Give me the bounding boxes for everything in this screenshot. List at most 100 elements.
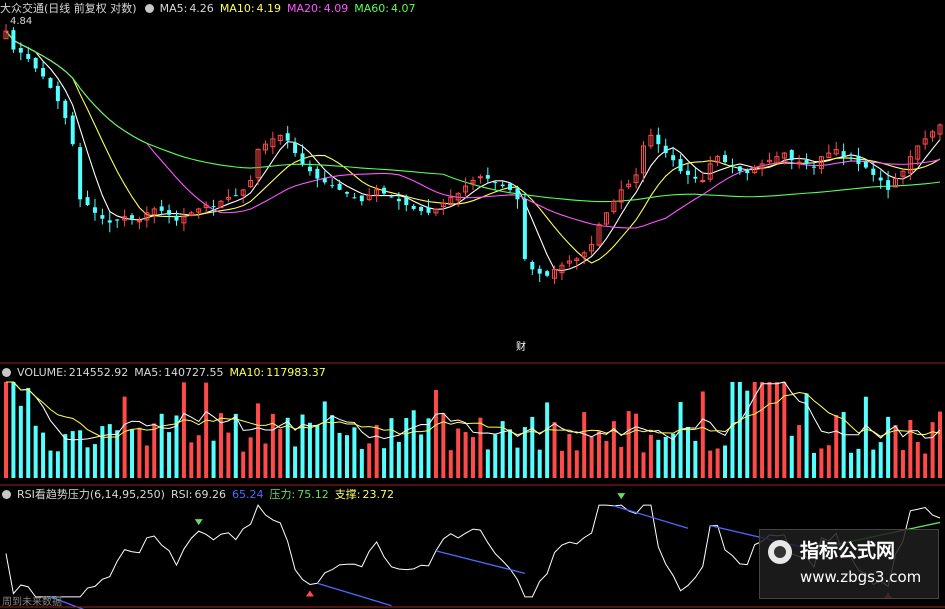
rsi-indicator-name: RSI看趋势压力(6,14,95,250) <box>17 488 165 501</box>
candle-body-up <box>477 176 483 179</box>
candle-body-down <box>352 197 357 199</box>
volume-bar <box>389 418 394 478</box>
volume-bar <box>485 449 490 478</box>
candle-body-down <box>545 271 550 276</box>
volume-bar <box>426 418 431 478</box>
ma5-line <box>5 30 941 272</box>
price-header: 大众交通(日线 前复权 对数) MA5: 4.26 MA10: 4.19 MA20: 4.0… <box>0 1 421 17</box>
candle-body-down <box>233 195 238 197</box>
volume-bar <box>107 424 112 478</box>
volume-bar <box>500 421 505 478</box>
candle-body-down <box>685 170 690 175</box>
candle-body-down <box>656 134 661 145</box>
volume-bar <box>315 424 320 478</box>
resistance-trendline <box>613 505 689 529</box>
candle-body-down <box>411 205 416 209</box>
pressure-label: 压力: <box>269 488 296 501</box>
volume-bar <box>908 419 913 478</box>
candle-body-down <box>811 166 816 168</box>
rsi-settings-icon[interactable] <box>2 490 11 499</box>
volume-settings-icon[interactable] <box>2 368 11 377</box>
candle-body-down <box>693 176 698 179</box>
candle-body-down <box>48 78 53 88</box>
volume-bar <box>241 451 246 478</box>
volume-bar <box>648 434 653 478</box>
volume-bar <box>63 434 68 478</box>
candle-body-down <box>159 206 164 211</box>
volume-bar <box>211 440 216 478</box>
candle-body-down <box>41 68 46 77</box>
volume-bar <box>878 442 883 478</box>
volume-bar <box>730 382 735 478</box>
support-value: 23.72 <box>362 488 394 501</box>
volume-bar <box>11 382 16 478</box>
candle-body-down <box>537 268 542 274</box>
sell-arrow-icon <box>194 519 203 526</box>
volume-bar <box>863 396 868 478</box>
volume-bar <box>441 413 446 478</box>
candle-body-down <box>285 133 290 141</box>
volume-bar <box>404 417 409 478</box>
volume-bar <box>70 431 75 478</box>
rsi-value: 69.26 <box>194 488 227 501</box>
volume-bar <box>285 417 290 478</box>
volume-bar <box>508 429 513 478</box>
candle-body-down <box>841 151 846 157</box>
rsi-blue-value: 65.24 <box>232 488 264 501</box>
volume-bar <box>448 450 453 478</box>
volume-bar <box>671 433 676 478</box>
volume-bar <box>923 453 928 478</box>
volume-bar <box>826 445 831 478</box>
volume-bar <box>330 415 335 478</box>
candle-body-down <box>871 168 876 175</box>
candle-body-down <box>63 100 68 119</box>
candle-body-down <box>307 166 312 172</box>
candle-body-down <box>18 48 23 53</box>
volume-bar <box>819 448 824 478</box>
volume-bar <box>130 429 135 478</box>
volume-bar <box>411 410 416 478</box>
candle-body-down <box>300 153 305 164</box>
volume-bar <box>656 439 661 478</box>
candle-body-down <box>500 184 505 187</box>
volume-bar <box>893 425 898 478</box>
volume-bar <box>604 440 609 478</box>
volume-bar <box>344 435 349 478</box>
volume-bar <box>85 447 90 478</box>
candle-body-down <box>167 210 172 215</box>
rsi-label: RSI: <box>170 488 193 501</box>
candle-body-down <box>55 85 60 102</box>
volume-bar <box>322 401 327 478</box>
pressure-value: 75.12 <box>297 488 329 501</box>
ma20-value: 4.09 <box>323 2 349 15</box>
volume-bar <box>18 405 23 478</box>
buy-arrow-icon <box>305 590 314 597</box>
volume-header: VOLUME: 214552.92 MA5: 140727.55 MA10: 117983… <box>0 365 332 381</box>
volume-bar <box>122 396 127 478</box>
volume-bar <box>797 425 802 478</box>
candle-body-down <box>396 198 401 202</box>
volume-bar <box>478 417 483 478</box>
volume-bar <box>678 402 683 478</box>
volume-bar <box>293 446 298 478</box>
candle-body-down <box>315 168 320 179</box>
ma10-line <box>5 30 941 264</box>
candle-body-down <box>78 147 83 200</box>
volume-bar <box>545 402 550 478</box>
volume-bar <box>530 416 535 478</box>
vol-ma10-value: 117983.37 <box>266 366 326 379</box>
volume-bar <box>871 449 876 478</box>
volume-bar <box>159 413 164 478</box>
candle-body-down <box>678 159 683 172</box>
volume-bar <box>100 426 105 478</box>
candle-body-down <box>11 30 16 50</box>
watermark-logo-icon <box>768 540 792 564</box>
settings-ball-icon[interactable] <box>144 4 154 13</box>
volume-bar <box>152 423 157 478</box>
candle-body-down <box>107 220 112 223</box>
volume-bar <box>930 422 935 478</box>
volume-bar <box>4 382 8 478</box>
volume-bar <box>537 449 542 478</box>
ma20-line <box>5 30 941 229</box>
candle-body-down <box>211 206 216 208</box>
